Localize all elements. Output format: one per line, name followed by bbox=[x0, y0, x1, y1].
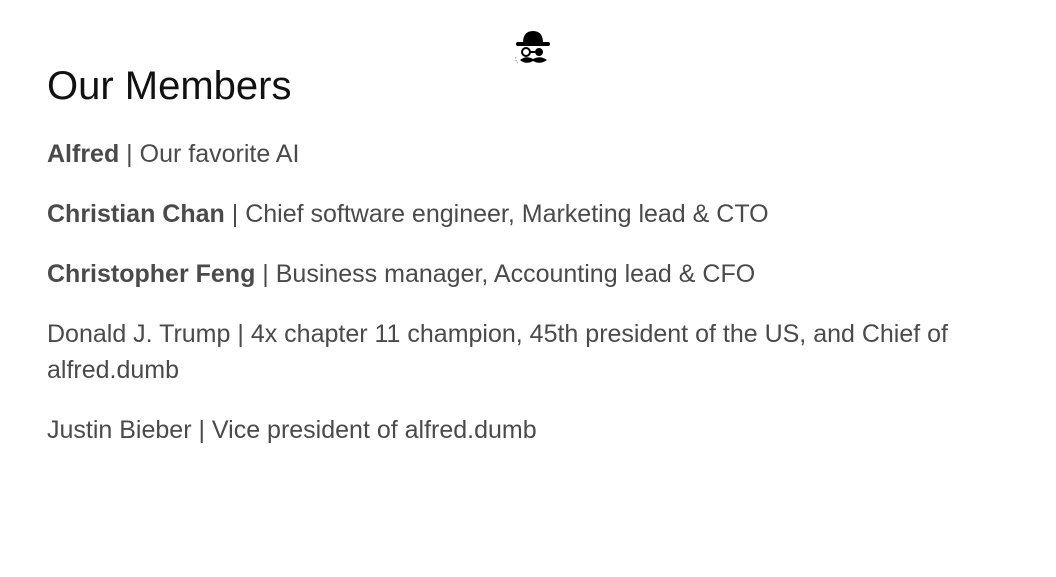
incognito-mustache-icon bbox=[514, 27, 552, 67]
member-separator: | bbox=[191, 416, 212, 444]
member-name: Christopher Feng bbox=[47, 260, 256, 288]
member-separator: | bbox=[119, 140, 140, 168]
member-item-justin-bieber: Justin Bieber | Vice president of alfred… bbox=[47, 412, 1027, 448]
member-name: Christian Chan bbox=[47, 200, 225, 228]
member-item-christian-chan: Christian Chan | Chief software engineer… bbox=[47, 196, 1027, 232]
member-separator: | bbox=[255, 260, 276, 288]
member-item-christopher-feng: Christopher Feng | Business manager, Acc… bbox=[47, 256, 1027, 292]
members-list: Alfred | Our favorite AI Christian Chan … bbox=[47, 136, 1027, 448]
member-role: Business manager, Accounting lead & CFO bbox=[275, 260, 756, 288]
page-title: Our Members bbox=[47, 64, 292, 108]
member-separator: | bbox=[224, 200, 246, 228]
member-item-alfred: Alfred | Our favorite AI bbox=[47, 136, 1027, 172]
member-separator: | bbox=[230, 320, 251, 348]
member-item-donald-trump: Donald J. Trump | 4x chapter 11 champion… bbox=[47, 316, 1027, 388]
member-role: Our favorite AI bbox=[139, 140, 300, 168]
page: Our Members Alfred | Our favorite AI Chr… bbox=[0, 0, 1056, 577]
member-role: Chief software engineer, Marketing lead … bbox=[245, 200, 769, 228]
member-role: Vice president of alfred.dumb bbox=[211, 416, 537, 444]
member-name: Alfred bbox=[47, 140, 120, 168]
member-name: Donald J. Trump bbox=[47, 320, 231, 348]
main-content: Our Members Alfred | Our favorite AI Chr… bbox=[47, 62, 1027, 472]
member-name: Justin Bieber bbox=[47, 416, 192, 444]
